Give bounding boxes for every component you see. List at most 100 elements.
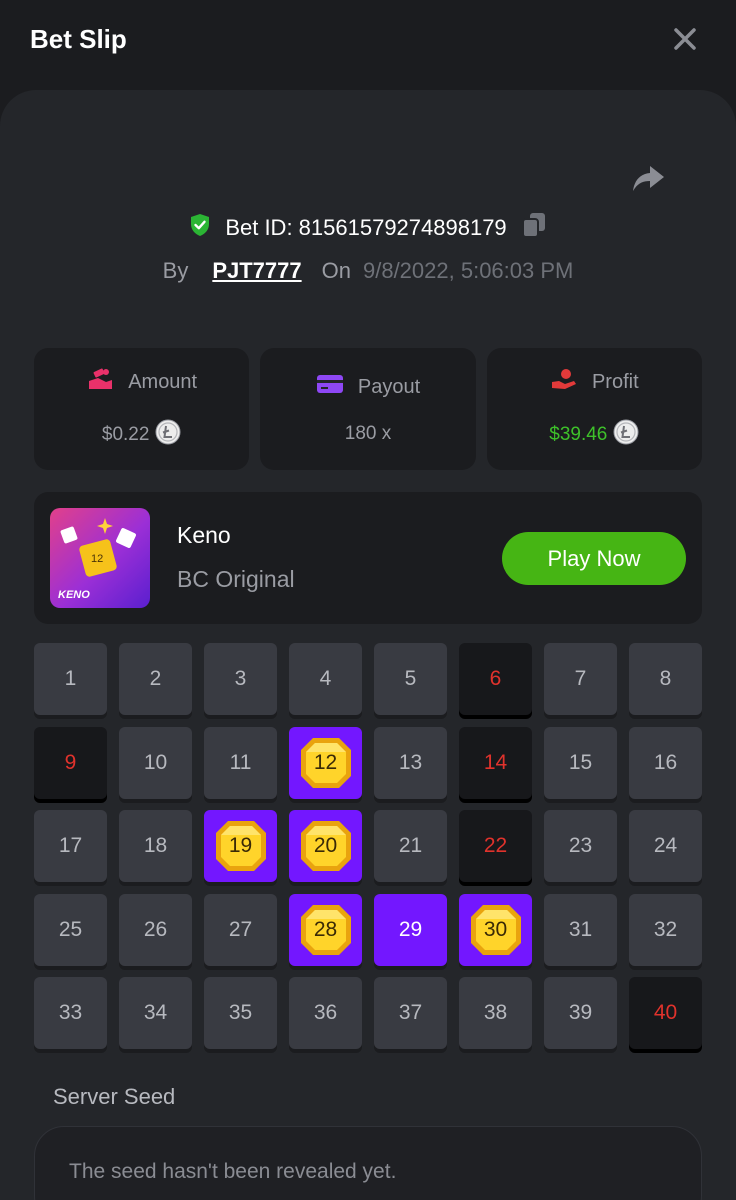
keno-tile[interactable]: 27	[204, 894, 277, 966]
keno-number: 22	[483, 834, 508, 857]
keno-number: 1	[64, 667, 77, 690]
keno-number: 11	[229, 751, 252, 774]
keno-tile[interactable]: 20	[289, 810, 362, 882]
keno-tile[interactable]: 23	[544, 810, 617, 882]
keno-tile[interactable]: 31	[544, 894, 617, 966]
server-seed-text: The seed hasn't been revealed yet.	[69, 1160, 397, 1183]
keno-number: 21	[398, 834, 423, 857]
verified-shield-icon	[189, 213, 211, 243]
amount-card: Amount $0.22	[34, 348, 250, 470]
profit-hand-icon	[550, 367, 578, 397]
game-provider: BC Original	[177, 566, 295, 592]
keno-number: 32	[653, 918, 678, 941]
keno-number: 15	[568, 751, 593, 774]
keno-tile[interactable]: 25	[34, 894, 107, 966]
gem-icon: 12	[299, 736, 353, 790]
keno-number: 31	[568, 918, 593, 941]
keno-tile[interactable]: 16	[629, 727, 702, 799]
gem-icon: 28	[299, 903, 353, 957]
share-icon[interactable]	[630, 160, 666, 196]
keno-tile[interactable]: 26	[119, 894, 192, 966]
keno-tile[interactable]: 37	[374, 977, 447, 1049]
keno-tile[interactable]: 17	[34, 810, 107, 882]
keno-tile[interactable]: 24	[629, 810, 702, 882]
card-icon	[316, 373, 344, 401]
keno-tile[interactable]: 35	[204, 977, 277, 1049]
keno-number: 26	[143, 918, 168, 941]
game-name: Keno	[177, 522, 231, 548]
keno-tile[interactable]: 7	[544, 643, 617, 715]
gem-icon: 30	[469, 903, 523, 957]
keno-number: 4	[319, 667, 332, 690]
keno-tile[interactable]: 4	[289, 643, 362, 715]
keno-number: 33	[58, 1001, 83, 1024]
keno-tile[interactable]: 6	[459, 643, 532, 715]
keno-number: 7	[574, 667, 587, 690]
keno-tile[interactable]: 21	[374, 810, 447, 882]
keno-tile[interactable]: 28	[289, 894, 362, 966]
keno-number: 37	[398, 1001, 423, 1024]
keno-tile[interactable]: 15	[544, 727, 617, 799]
play-now-button[interactable]: Play Now	[502, 532, 686, 585]
keno-tile[interactable]: 9	[34, 727, 107, 799]
keno-number: 3	[234, 667, 247, 690]
litecoin-icon	[155, 419, 181, 451]
svg-text:12: 12	[91, 553, 103, 565]
keno-number: 25	[58, 918, 83, 941]
keno-number: 17	[58, 834, 83, 857]
keno-tile[interactable]: 8	[629, 643, 702, 715]
keno-tile[interactable]: 19	[204, 810, 277, 882]
keno-number: 28	[313, 918, 338, 941]
amount-label: Amount	[128, 370, 198, 393]
keno-tile[interactable]: 38	[459, 977, 532, 1049]
bet-id: Bet ID: 81561579274898179	[225, 215, 507, 240]
keno-tile[interactable]: 10	[119, 727, 192, 799]
keno-tile[interactable]: 36	[289, 977, 362, 1049]
keno-tile[interactable]: 11	[204, 727, 277, 799]
keno-number: 34	[143, 1001, 168, 1024]
keno-tile[interactable]: 39	[544, 977, 617, 1049]
user-link[interactable]: PJT7777	[212, 258, 301, 284]
keno-tile[interactable]: 2	[119, 643, 192, 715]
profit-value: $39.46	[549, 424, 608, 445]
keno-tile[interactable]: 29	[374, 894, 447, 966]
keno-number: 38	[483, 1001, 508, 1024]
keno-number: 40	[653, 1001, 678, 1024]
amount-value: $0.22	[101, 424, 150, 445]
keno-tile[interactable]: 32	[629, 894, 702, 966]
keno-tile[interactable]: 5	[374, 643, 447, 715]
server-seed-label: Server Seed	[53, 1084, 176, 1109]
server-seed-field: The seed hasn't been revealed yet.	[34, 1126, 702, 1200]
keno-number: 6	[489, 667, 502, 690]
keno-tile[interactable]: 30	[459, 894, 532, 966]
keno-thumb-label: KENO	[58, 589, 90, 601]
keno-number: 2	[149, 667, 162, 690]
keno-tile[interactable]: 12	[289, 727, 362, 799]
keno-number: 19	[228, 834, 253, 857]
keno-tile[interactable]: 1	[34, 643, 107, 715]
keno-number: 5	[404, 667, 417, 690]
keno-number: 20	[313, 834, 338, 857]
bet-id-row: Bet ID: 81561579274898179	[0, 210, 736, 246]
keno-number: 36	[313, 1001, 338, 1024]
keno-number: 10	[143, 751, 168, 774]
keno-tile[interactable]: 22	[459, 810, 532, 882]
litecoin-icon	[613, 419, 639, 451]
keno-number: 13	[398, 751, 423, 774]
keno-tile[interactable]: 13	[374, 727, 447, 799]
keno-tile[interactable]: 33	[34, 977, 107, 1049]
keno-number: 39	[568, 1001, 593, 1024]
keno-tile[interactable]: 14	[459, 727, 532, 799]
keno-thumbnail[interactable]: KENO 12	[50, 508, 150, 608]
by-label: By	[162, 258, 189, 283]
keno-tile[interactable]: 18	[119, 810, 192, 882]
keno-tile[interactable]: 34	[119, 977, 192, 1049]
copy-icon[interactable]	[521, 211, 547, 245]
close-icon[interactable]	[670, 24, 700, 54]
keno-tile[interactable]: 40	[629, 977, 702, 1049]
profit-label: Profit	[591, 370, 639, 393]
gem-icon: 20	[299, 819, 353, 873]
keno-tile[interactable]: 3	[204, 643, 277, 715]
payout-card: Payout 180 x	[260, 348, 476, 470]
keno-number: 30	[483, 918, 508, 941]
